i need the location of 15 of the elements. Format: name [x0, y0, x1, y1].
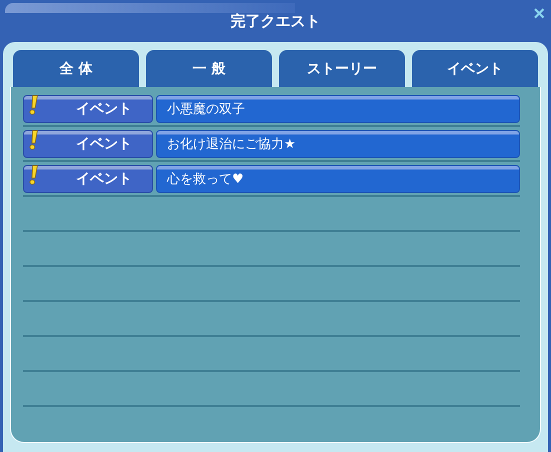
exclamation-icon — [28, 163, 39, 187]
quest-title[interactable]: 小悪魔の双子 — [156, 94, 520, 122]
category-button[interactable]: イベント — [23, 130, 153, 158]
exclamation-icon — [28, 128, 39, 152]
exclamation-icon — [28, 93, 39, 117]
tab[interactable]: ストーリー — [279, 50, 405, 87]
window-title: 完了クエスト — [230, 12, 320, 30]
quest-title[interactable]: 心を救って♥ — [156, 164, 520, 192]
close-button[interactable]: × — [533, 4, 545, 24]
tab[interactable]: 一 般 — [146, 50, 272, 87]
category-button[interactable]: イベント — [23, 94, 153, 122]
category-button[interactable]: イベント — [23, 164, 153, 192]
tab[interactable]: イベント — [412, 50, 538, 87]
quest-title[interactable]: お化け退治にご協力★ — [156, 130, 520, 158]
tab[interactable]: 全 体 — [13, 50, 139, 87]
